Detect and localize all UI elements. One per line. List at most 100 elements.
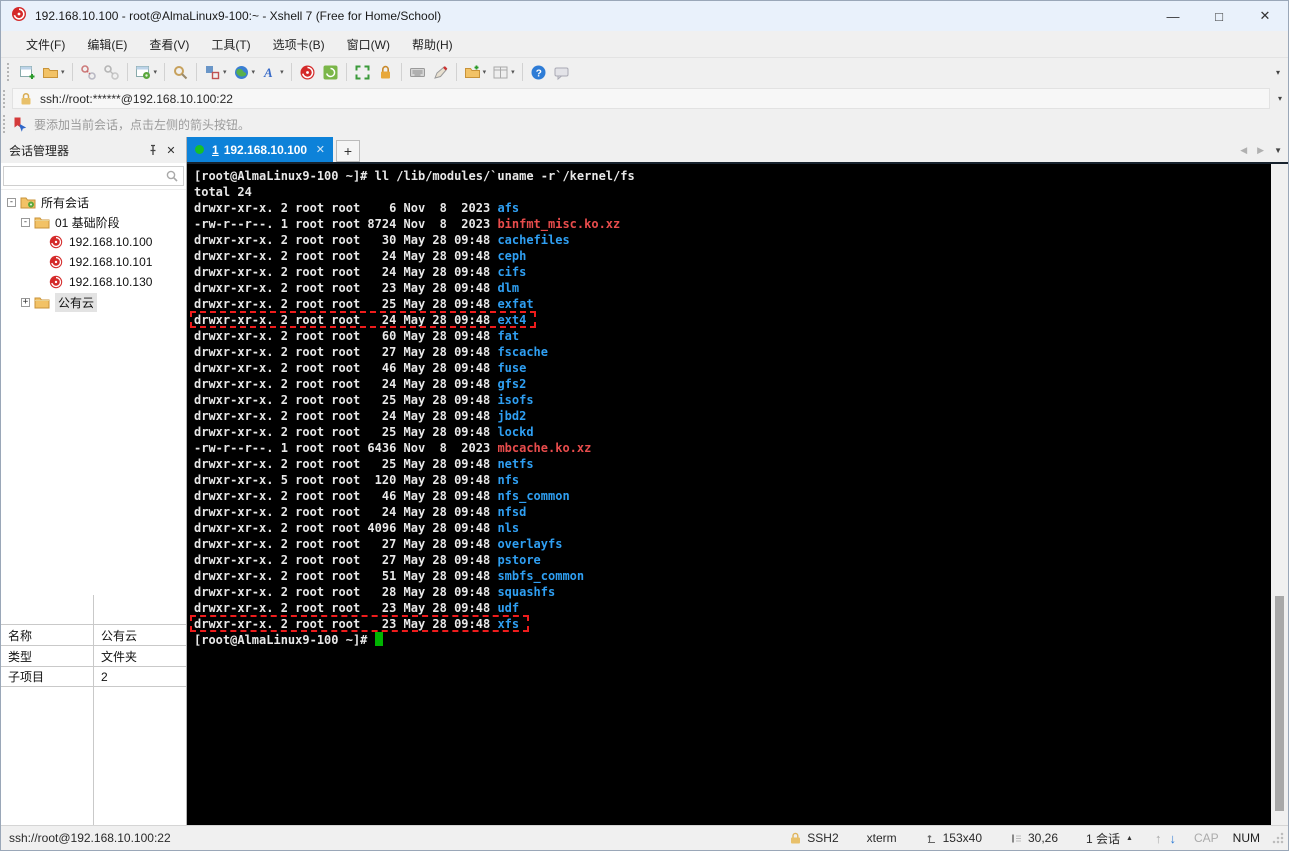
collapse-icon[interactable]: - [7, 197, 16, 207]
dropdown-arrow-icon[interactable]: ▾ [61, 68, 65, 76]
menu-item[interactable]: 选项卡(B) [262, 32, 336, 57]
terminal-scrollbar[interactable] [1271, 164, 1288, 825]
directory-name: pstore [497, 553, 541, 567]
terminal-line: drwxr-xr-x. 2 root root 28 May 28 09:48 … [194, 585, 556, 599]
terminal-line: drwxr-xr-x. 2 root root 46 May 28 09:48 … [194, 489, 570, 503]
directory-name: lockd [497, 425, 534, 439]
property-row: 名称 公有云 [1, 624, 186, 645]
xshell-button[interactable] [296, 60, 319, 84]
fullscreen-button[interactable] [351, 60, 374, 84]
tab-list-dropdown-icon[interactable]: ▼ [1274, 146, 1282, 155]
dropdown-arrow-icon[interactable]: ▾ [223, 68, 227, 76]
scrollbar-thumb[interactable] [1275, 596, 1284, 811]
lock-screen-icon [377, 64, 394, 81]
terminal-line: -rw-r--r--. 1 root root 8724 Nov 8 2023 … [194, 217, 621, 231]
terminal-line: drwxr-xr-x. 2 root root 24 May 28 09:48 … [194, 265, 527, 279]
session-manager-title: 会话管理器 [9, 143, 70, 158]
toolbar-separator [400, 63, 402, 81]
scroll-down-icon[interactable]: ↓ [1169, 831, 1176, 846]
minimize-button[interactable]: — [1150, 1, 1196, 31]
tree-item--[interactable]: + 公有云 [1, 292, 186, 312]
feedback-button[interactable] [550, 60, 573, 84]
tree-item--[interactable]: - 所有会话 [1, 192, 186, 212]
add-session-flag-icon[interactable] [12, 116, 28, 132]
resize-grip[interactable] [1272, 832, 1284, 844]
terminal-line: drwxr-xr-x. 2 root root 23 May 28 09:48 … [189, 615, 530, 632]
status-session-count[interactable]: 1 会话 ▲ [1072, 830, 1147, 847]
disconnect-button[interactable] [77, 60, 100, 84]
session-properties-button[interactable]: ▾ [132, 60, 161, 84]
compose-button[interactable] [429, 60, 452, 84]
session-search-input[interactable] [3, 166, 184, 186]
font-button[interactable]: A ▾ [258, 60, 287, 84]
fullscreen-icon [354, 64, 371, 81]
svg-text:A: A [263, 65, 273, 80]
new-file-button[interactable]: ▾ [461, 60, 490, 84]
xftp-button[interactable] [319, 60, 342, 84]
dropdown-arrow-icon[interactable]: ▾ [252, 68, 256, 76]
terminal-line: drwxr-xr-x. 5 root root 120 May 28 09:48… [194, 473, 520, 487]
address-url: ssh://root:******@192.168.10.100:22 [40, 91, 233, 106]
tree-item-192.168.10.100[interactable]: 192.168.10.100 [1, 232, 186, 252]
tile-windows-button[interactable]: ▾ [489, 60, 518, 84]
directory-name: dlm [497, 281, 520, 295]
find-button[interactable] [169, 60, 192, 84]
open-sessions-button[interactable]: ▾ [39, 60, 68, 84]
infobar-gripper[interactable] [3, 115, 8, 133]
menu-item[interactable]: 工具(T) [200, 32, 261, 57]
reconnect-icon [103, 64, 120, 81]
file-name: mbcache.ko.xz [497, 441, 592, 455]
address-field[interactable]: ssh://root:******@192.168.10.100:22 [12, 88, 1270, 109]
reconnect-button[interactable] [100, 60, 123, 84]
tab-number: 1 [212, 142, 219, 157]
tab-192-168-10-100[interactable]: 1 192.168.10.100 ✕ [187, 137, 333, 162]
terminal[interactable]: [root@AlmaLinux9-100 ~]# ll /lib/modules… [187, 164, 1271, 825]
new-tab-button[interactable]: + [336, 140, 360, 162]
menu-item[interactable]: 编辑(E) [76, 32, 138, 57]
toolbar-separator [71, 63, 73, 81]
xftp-icon [322, 64, 339, 81]
scroll-up-icon[interactable]: ↑ [1155, 831, 1162, 846]
tree-item-192.168.10.130[interactable]: 192.168.10.130 [1, 272, 186, 292]
directory-name: ext4 [497, 313, 527, 327]
menu-item[interactable]: 窗口(W) [336, 32, 401, 57]
terminal-line: drwxr-xr-x. 2 root root 60 May 28 09:48 … [194, 329, 520, 343]
tab-scroll-right-icon[interactable]: ▶ [1257, 145, 1264, 156]
session-count-dropdown-icon: ▲ [1126, 834, 1133, 842]
dropdown-arrow-icon[interactable]: ▾ [280, 68, 284, 76]
tree-item-192.168.10.101[interactable]: 192.168.10.101 [1, 252, 186, 272]
tab-scroll-left-icon[interactable]: ◀ [1240, 145, 1247, 156]
directory-name: overlayfs [497, 537, 563, 551]
collapse-icon[interactable]: - [21, 217, 30, 227]
terminal-line: drwxr-xr-x. 2 root root 24 May 28 09:48 … [194, 409, 527, 423]
dropdown-arrow-icon[interactable]: ▾ [511, 68, 515, 76]
help-button[interactable]: ? [527, 60, 550, 84]
dropdown-arrow-icon[interactable]: ▾ [154, 68, 158, 76]
lock-screen-button[interactable] [374, 60, 397, 84]
menu-item[interactable]: 帮助(H) [401, 32, 464, 57]
dropdown-arrow-icon[interactable]: ▾ [483, 68, 487, 76]
status-bar: ssh://root@192.168.10.100:22 SSH2 xterm … [1, 825, 1288, 850]
tab-close-icon[interactable]: ✕ [316, 143, 325, 156]
layout-button[interactable]: ▾ [201, 60, 230, 84]
status-connection-url: ssh://root@192.168.10.100:22 [9, 831, 171, 845]
expand-icon[interactable]: + [21, 297, 30, 307]
virtual-keyboard-button[interactable] [406, 60, 429, 84]
search-icon[interactable] [165, 169, 179, 183]
maximize-button[interactable]: □ [1196, 1, 1242, 31]
close-button[interactable]: ✕ [1242, 1, 1288, 31]
panel-close-icon[interactable]: ✕ [162, 141, 180, 159]
menu-item[interactable]: 查看(V) [138, 32, 200, 57]
tree-item-label: 192.168.10.101 [69, 255, 153, 269]
address-dropdown-icon[interactable]: ▾ [1272, 94, 1288, 103]
tree-item-01-[interactable]: - 01 基础阶段 [1, 212, 186, 232]
terminal-line: drwxr-xr-x. 2 root root 24 May 28 09:48 … [194, 505, 527, 519]
web-button[interactable]: ▾ [230, 60, 259, 84]
toolbar-gripper[interactable] [7, 63, 12, 81]
toolbar-overflow-icon[interactable]: ▾ [1276, 68, 1280, 77]
new-session-button[interactable] [16, 60, 39, 84]
menu-item[interactable]: 文件(F) [15, 32, 76, 57]
pin-icon[interactable] [144, 141, 162, 159]
addressbar-gripper[interactable] [3, 89, 8, 108]
new-session-icon [19, 64, 36, 81]
